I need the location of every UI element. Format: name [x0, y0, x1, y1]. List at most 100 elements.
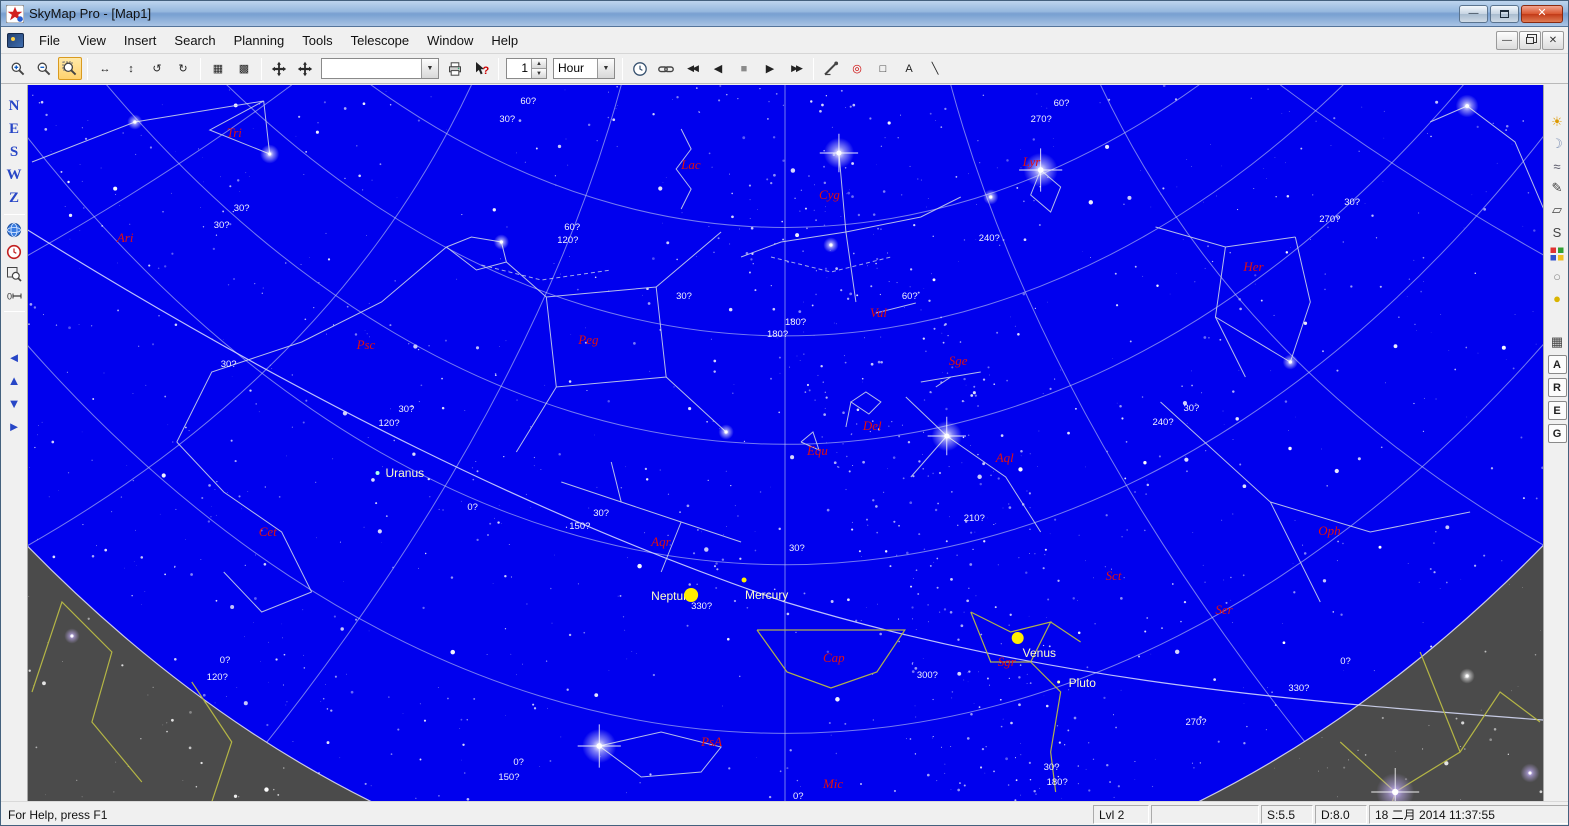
menu-planning[interactable]: Planning: [225, 29, 294, 52]
object-combo[interactable]: ▼: [321, 58, 439, 79]
text-tool-button[interactable]: A: [897, 57, 921, 80]
svg-text:Uranus: Uranus: [386, 466, 425, 480]
play-button[interactable]: ▶: [758, 57, 782, 80]
direction-n-button[interactable]: N: [9, 95, 20, 118]
menu-help[interactable]: Help: [482, 29, 527, 52]
direction-z-button[interactable]: Z: [9, 187, 19, 210]
field-width-icon[interactable]: 0: [3, 285, 26, 307]
left-toolbar: NESWZ 0 ◄ ▲ ▼ ►: [1, 85, 28, 801]
zoom-out-button[interactable]: [32, 57, 56, 80]
stars-bright-icon[interactable]: ●: [1546, 287, 1569, 309]
track-object-button[interactable]: [293, 57, 317, 80]
minimize-button[interactable]: —: [1459, 4, 1488, 23]
status-datetime: 18 二月 2014 11:37:55: [1369, 805, 1568, 824]
rotate-cw-button[interactable]: ↻: [171, 57, 195, 80]
status-level: Lvl 2: [1093, 805, 1149, 824]
svg-text:180?: 180?: [785, 317, 806, 328]
sun-icon[interactable]: ☀: [1546, 111, 1569, 133]
rectangle-tool-button[interactable]: □: [871, 57, 895, 80]
menu-tools[interactable]: Tools: [293, 29, 341, 52]
target-tool-button[interactable]: ◎: [845, 57, 869, 80]
right-toolbar: ☀ ☽ ≈ ✎ ▱ S ○ ● ▦ A R E G: [1543, 85, 1569, 801]
comets-icon[interactable]: ≈: [1546, 155, 1569, 177]
satellites-icon[interactable]: S: [1546, 221, 1569, 243]
spin-down-button[interactable]: ▼: [532, 69, 546, 78]
boundaries-icon[interactable]: ▱: [1546, 199, 1569, 221]
table-view-button[interactable]: ▦: [206, 57, 230, 80]
chevron-down-icon[interactable]: ▼: [597, 59, 614, 78]
chevron-down-icon[interactable]: ▼: [421, 59, 438, 78]
step-backward-button[interactable]: ◀: [706, 57, 730, 80]
chart-view-button[interactable]: ▩: [232, 57, 256, 80]
time-step-value[interactable]: 1 ▲ ▼: [506, 58, 547, 79]
layer-g-button[interactable]: G: [1547, 424, 1567, 443]
layer-a-button[interactable]: A: [1547, 355, 1567, 374]
center-view-button[interactable]: [267, 57, 291, 80]
skymap-window: SkyMap Pro - [Map1] — ✕ File View Insert Se…: [0, 0, 1569, 826]
mdi-document-icon[interactable]: [7, 32, 24, 48]
svg-text:Vul: Vul: [870, 305, 887, 320]
bright-star: [823, 237, 839, 253]
angle-tool-button[interactable]: [819, 57, 843, 80]
direction-s-button[interactable]: S: [10, 141, 18, 164]
print-button[interactable]: [443, 57, 467, 80]
svg-text:Lyr: Lyr: [1022, 154, 1042, 169]
content-area: NESWZ 0 ◄ ▲ ▼ ► Uranus Neptune Mercury Venus Pl…: [1, 85, 1569, 801]
layer-r-button[interactable]: R: [1547, 378, 1567, 397]
time-step-unit[interactable]: Hour ▼: [553, 58, 615, 79]
menu-telescope[interactable]: Telescope: [342, 29, 419, 52]
svg-text:150?: 150?: [498, 772, 519, 783]
zoom-in-button[interactable]: [6, 57, 30, 80]
menu-view[interactable]: View: [69, 29, 115, 52]
stop-button[interactable]: ■: [732, 57, 756, 80]
stars-dim-icon[interactable]: ○: [1546, 265, 1569, 287]
maximize-button[interactable]: [1490, 4, 1519, 23]
moon-icon[interactable]: ☽: [1546, 133, 1569, 155]
menu-search[interactable]: Search: [165, 29, 224, 52]
svg-text:0?: 0?: [467, 502, 478, 513]
close-button[interactable]: ✕: [1521, 4, 1563, 23]
set-time-button[interactable]: [628, 57, 652, 80]
draw-icon[interactable]: ✎: [1546, 177, 1569, 199]
coordinate-grid-icon[interactable]: ▦: [1546, 331, 1569, 353]
context-help-button[interactable]: ?: [469, 57, 493, 80]
svg-text:180?: 180?: [1047, 777, 1068, 788]
mdi-minimize-button[interactable]: —: [1496, 30, 1518, 50]
direction-w-button[interactable]: W: [7, 164, 22, 187]
link-real-time-button[interactable]: [654, 57, 678, 80]
layer-e-button[interactable]: E: [1547, 401, 1567, 420]
scroll-right-button[interactable]: ►: [8, 415, 21, 438]
finder-window-icon[interactable]: [3, 263, 26, 285]
svg-text:150?: 150?: [569, 521, 590, 532]
fast-forward-button[interactable]: ▶▶: [784, 57, 808, 80]
time-dialog-icon[interactable]: [3, 241, 26, 263]
menu-insert[interactable]: Insert: [115, 29, 166, 52]
svg-text:30?: 30?: [499, 114, 515, 125]
scroll-left-button[interactable]: ◄: [8, 346, 21, 369]
svg-text:Pluto: Pluto: [1069, 676, 1097, 690]
scroll-up-button[interactable]: ▲: [8, 369, 21, 392]
zoom-region-button[interactable]: [58, 57, 82, 80]
flip-horizontal-button[interactable]: ↔: [93, 57, 117, 80]
fast-backward-button[interactable]: ◀◀: [680, 57, 704, 80]
svg-text:270?: 270?: [1319, 214, 1340, 225]
spin-up-button[interactable]: ▲: [532, 59, 546, 69]
rotate-ccw-button[interactable]: ↺: [145, 57, 169, 80]
svg-text:Aqr: Aqr: [650, 534, 671, 549]
globe-view-icon[interactable]: [3, 219, 26, 241]
flip-vertical-button[interactable]: ↕: [119, 57, 143, 80]
svg-text:60?: 60?: [564, 222, 580, 233]
scroll-down-button[interactable]: ▼: [8, 392, 21, 415]
mdi-close-button[interactable]: ✕: [1542, 30, 1564, 50]
map-area[interactable]: Uranus Neptune Mercury Venus Pluto 60? 30? 60? 2…: [28, 85, 1543, 801]
bright-star: [260, 144, 280, 164]
svg-text:Psc: Psc: [356, 337, 376, 352]
direction-e-button[interactable]: E: [9, 118, 19, 141]
sky-map[interactable]: UranusNeptune MercuryVenusPluto60?30?60?2…: [28, 85, 1543, 801]
menu-file[interactable]: File: [30, 29, 69, 52]
menu-window[interactable]: Window: [418, 29, 482, 52]
mdi-restore-button[interactable]: [1519, 30, 1541, 50]
deep-sky-icon[interactable]: [1546, 243, 1569, 265]
maximize-icon: [1500, 9, 1509, 18]
line-tool-button[interactable]: ╲: [923, 57, 947, 80]
